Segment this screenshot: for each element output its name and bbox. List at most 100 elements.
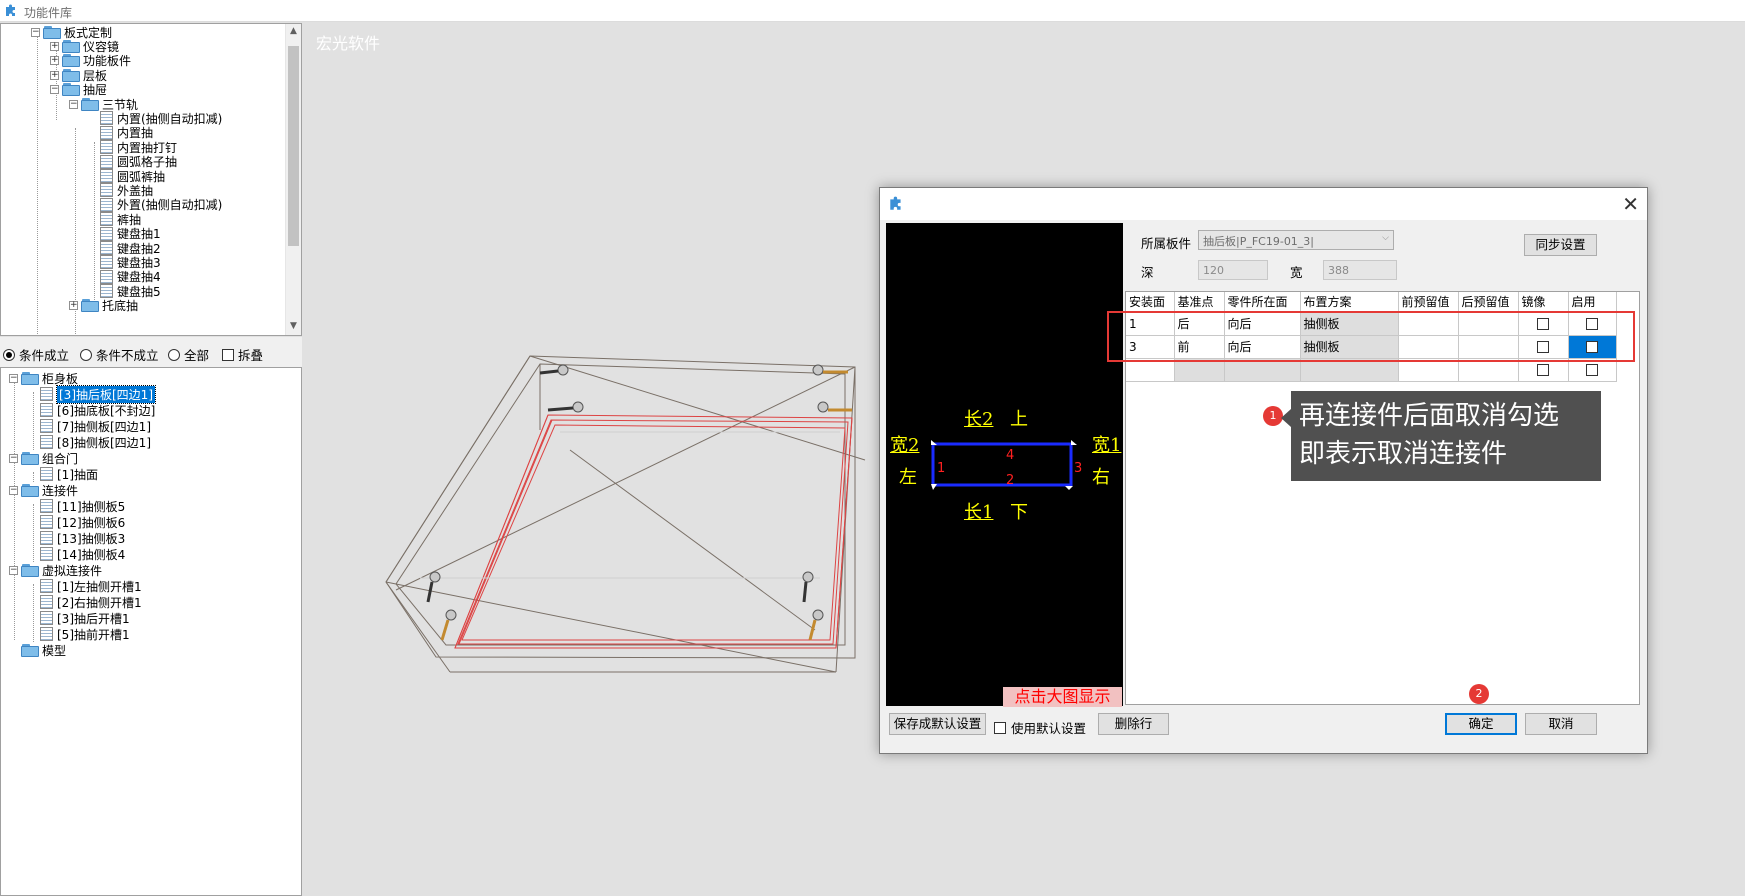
- preview-top-label: 长2: [964, 409, 994, 430]
- title-bar: 功能件库: [0, 0, 1745, 22]
- tree-item[interactable]: [1]左抽侧开槽1: [28, 578, 142, 594]
- tree-item-label: 模型: [42, 643, 67, 658]
- document-icon: [100, 212, 113, 227]
- column-header[interactable]: 安装面: [1126, 292, 1175, 313]
- save-default-button[interactable]: 保存成默认设置: [889, 713, 986, 735]
- column-header[interactable]: 镜像: [1518, 292, 1569, 313]
- radio-condition-true[interactable]: 条件成立: [3, 345, 69, 364]
- delete-row-button[interactable]: 删除行: [1098, 713, 1169, 735]
- collapse-icon[interactable]: −: [9, 453, 18, 463]
- window-title: 功能件库: [24, 6, 73, 20]
- board-select[interactable]: 抽后板|P_FC19-01_3| ⌵: [1198, 230, 1394, 250]
- tree-item[interactable]: [1]抽面: [28, 466, 98, 482]
- use-default-checkbox[interactable]: 使用默认设置: [994, 718, 1086, 737]
- tree-item-label: 虚拟连接件: [42, 563, 103, 578]
- column-header[interactable]: 启用: [1568, 292, 1617, 313]
- enlarge-preview-button[interactable]: 点击大图显示: [1003, 687, 1122, 707]
- tooltip-line-1: 再连接件后面取消勾选: [1299, 401, 1560, 431]
- tree-item[interactable]: [3]抽后板[四边1]: [28, 384, 156, 404]
- document-icon: [40, 579, 53, 593]
- tree-scrollbar[interactable]: ▲ ▼: [285, 24, 301, 335]
- width-field[interactable]: 388: [1323, 260, 1397, 280]
- radio-condition-false[interactable]: 条件不成立: [80, 345, 159, 364]
- tree-item[interactable]: [8]抽侧板[四边1]: [28, 434, 151, 450]
- document-icon: [100, 197, 113, 212]
- collapse-checkbox[interactable]: 拆叠: [222, 345, 263, 364]
- column-header[interactable]: 零件所在面: [1224, 292, 1301, 313]
- preview-left-label: 宽2: [890, 435, 920, 456]
- tree-item[interactable]: [6]抽底板[不封边]: [28, 402, 155, 418]
- folder-icon: [62, 39, 80, 53]
- tree-item[interactable]: − 柜身板: [9, 370, 78, 386]
- brand-watermark: 宏光软件: [316, 34, 381, 53]
- collapse-icon[interactable]: −: [69, 99, 78, 109]
- checkbox-label: 拆叠: [238, 348, 264, 363]
- document-icon: [40, 419, 53, 433]
- expand-icon[interactable]: +: [50, 70, 59, 80]
- column-header[interactable]: 布置方案: [1300, 292, 1399, 313]
- tooltip-line-2: 即表示取消连接件: [1299, 439, 1508, 469]
- tree-item[interactable]: [14]抽侧板4: [28, 546, 125, 562]
- sync-settings-button[interactable]: 同步设置: [1524, 234, 1597, 256]
- column-header[interactable]: 前预留值: [1398, 292, 1459, 313]
- cancel-button[interactable]: 取消: [1525, 713, 1597, 735]
- enable-checkbox[interactable]: [1586, 364, 1598, 376]
- tree-item-label: 托底抽: [102, 299, 139, 314]
- depth-field[interactable]: 120: [1198, 260, 1268, 280]
- depth-label: 深: [1141, 265, 1154, 280]
- expand-icon[interactable]: +: [69, 301, 78, 311]
- tree-item-label: [7]抽侧板[四边1]: [57, 419, 151, 434]
- radio-dot-icon: [3, 348, 15, 361]
- tree-item[interactable]: [13]抽侧板3: [28, 530, 125, 546]
- tree-item[interactable]: [12]抽侧板6: [28, 514, 125, 530]
- document-icon: [40, 595, 53, 609]
- edge-number-right: 3: [1074, 461, 1083, 476]
- document-icon: [100, 111, 113, 126]
- collapse-icon[interactable]: −: [9, 485, 18, 495]
- structure-tree[interactable]: − 柜身板 [3]抽后板[四边1] [6]抽底板[不封边] [7]抽侧板[四边1] [8]…: [0, 367, 302, 896]
- tree-item[interactable]: [5]抽前开槽1: [28, 626, 130, 642]
- scroll-thumb[interactable]: [288, 46, 299, 246]
- radio-label: 条件成立: [19, 348, 70, 363]
- collapse-icon[interactable]: −: [9, 373, 18, 383]
- document-icon: [100, 169, 113, 183]
- tree-item[interactable]: − 虚拟连接件: [9, 562, 102, 578]
- tree-item-label: [11]抽侧板5: [57, 499, 126, 514]
- document-icon: [100, 125, 113, 140]
- board-preview[interactable]: 长2 上 宽2 宽1 左 右 长1 下 4 2 1 3 点击大图显示: [886, 223, 1123, 707]
- column-header[interactable]: 基准点: [1174, 292, 1225, 313]
- document-icon: [40, 499, 53, 513]
- tree-item-label: [1]抽面: [57, 467, 98, 482]
- step-badge-2: 2: [1469, 684, 1489, 704]
- expand-icon[interactable]: +: [50, 41, 59, 51]
- library-tree[interactable]: ▲ ▼ − 板式定制 + 仪容镜 + 功能板件 + 层板 − 抽屉 − 三节轨 内置(抽侧自动扣减) 内置…: [0, 23, 302, 336]
- radio-all[interactable]: 全部: [168, 345, 209, 364]
- filter-bar: 条件成立 条件不成立 全部 拆叠: [0, 337, 302, 367]
- scroll-down-arrow-icon[interactable]: ▼: [288, 321, 299, 335]
- scroll-up-arrow-icon[interactable]: ▲: [288, 26, 299, 40]
- tree-item[interactable]: − 组合门: [9, 450, 78, 466]
- collapse-icon[interactable]: −: [9, 565, 18, 575]
- collapse-icon[interactable]: −: [50, 85, 59, 95]
- tree-item[interactable]: [7]抽侧板[四边1]: [28, 418, 151, 434]
- checkbox-icon: [994, 721, 1006, 734]
- tree-item[interactable]: + 托底抽: [69, 298, 138, 314]
- folder-icon: [62, 83, 80, 97]
- tree-item[interactable]: [2]右抽侧开槽1: [28, 594, 142, 610]
- tree-item[interactable]: [3]抽后开槽1: [28, 610, 130, 626]
- preview-left-dir: 左: [899, 467, 917, 488]
- document-icon: [40, 547, 53, 561]
- column-header[interactable]: 后预留值: [1458, 292, 1519, 313]
- expand-icon[interactable]: +: [50, 56, 59, 66]
- document-icon: [40, 387, 53, 401]
- tree-item[interactable]: [11]抽侧板5: [28, 498, 125, 514]
- collapse-icon[interactable]: −: [31, 27, 40, 37]
- dialog-title-bar: ✕: [880, 188, 1647, 220]
- tree-item[interactable]: − 连接件: [9, 482, 78, 498]
- tree-item[interactable]: 模型: [9, 642, 66, 658]
- close-icon[interactable]: ✕: [1622, 192, 1639, 216]
- document-icon: [40, 611, 53, 625]
- folder-icon: [81, 97, 99, 111]
- ok-button[interactable]: 确定: [1445, 713, 1517, 735]
- mirror-checkbox[interactable]: [1537, 364, 1549, 376]
